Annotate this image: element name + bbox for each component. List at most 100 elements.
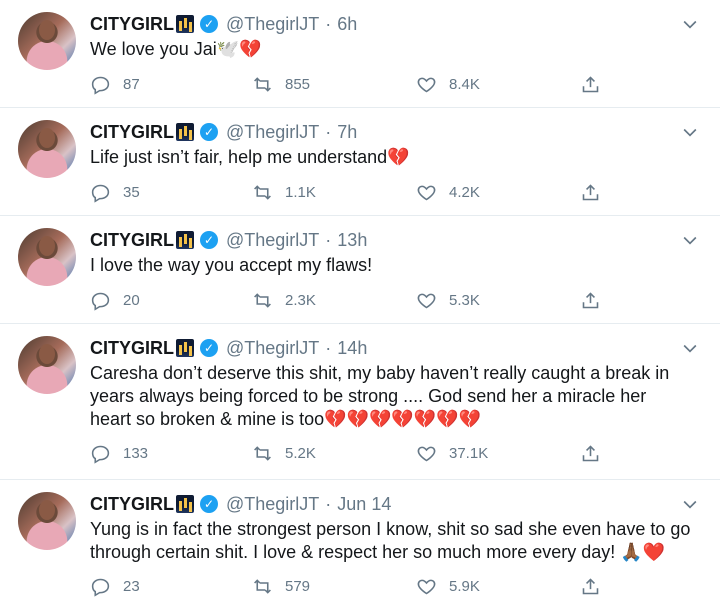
verified-badge-icon: ✓: [200, 339, 218, 357]
emoji: 🙏🏾❤️: [620, 542, 666, 562]
timestamp[interactable]: 7h: [337, 122, 357, 143]
share-button[interactable]: [580, 443, 613, 464]
avatar[interactable]: [18, 336, 76, 394]
retweet-icon: [254, 445, 271, 461]
avatar[interactable]: [18, 120, 76, 178]
reply-icon: [91, 578, 110, 597]
night-city-icon: [176, 231, 194, 249]
timestamp[interactable]: 13h: [337, 230, 367, 251]
retweet-icon: [254, 292, 271, 308]
verified-badge-icon: ✓: [200, 495, 218, 513]
retweet-button[interactable]: 2.3K: [252, 290, 316, 311]
verified-badge-icon: ✓: [200, 231, 218, 249]
reply-button[interactable]: 23: [90, 576, 140, 597]
share-icon: [582, 75, 599, 92]
reply-icon: [91, 76, 110, 95]
reply-icon: [91, 292, 110, 311]
tweet-body: Yung is in fact the strongest person I k…: [90, 519, 691, 562]
like-icon: [417, 77, 436, 92]
like-icon: [417, 446, 436, 461]
like-count: 4.2K: [449, 183, 480, 201]
tweet[interactable]: CITYGIRL ✓ @ThegirlJT · 13h I love the w…: [0, 216, 720, 324]
tweet-text: I love the way you accept my flaws!: [90, 254, 692, 277]
tweet[interactable]: CITYGIRL ✓ @ThegirlJT · Jun 14 Yung is i…: [0, 480, 720, 609]
reply-button[interactable]: 87: [90, 74, 140, 95]
separator: ·: [325, 337, 332, 358]
tweet[interactable]: CITYGIRL ✓ @ThegirlJT · 14h Caresha don’…: [0, 324, 720, 480]
tweet-body: I love the way you accept my flaws!: [90, 255, 373, 275]
chevron-down-icon[interactable]: [680, 338, 700, 358]
tweet-actions: 20 2.3K 5.3K: [90, 289, 720, 311]
separator: ·: [325, 493, 332, 514]
like-count: 8.4K: [449, 75, 480, 93]
retweet-count: 1.1K: [285, 183, 316, 201]
reply-button[interactable]: 133: [90, 443, 148, 464]
avatar[interactable]: [18, 492, 76, 550]
retweet-count: 855: [285, 75, 311, 93]
like-icon: [417, 579, 436, 594]
handle[interactable]: @ThegirlJT: [226, 122, 319, 143]
chevron-down-icon[interactable]: [680, 494, 700, 514]
night-city-icon: [176, 123, 194, 141]
emoji: 🕊️💔: [216, 39, 262, 59]
tweet-text: Yung is in fact the strongest person I k…: [90, 518, 692, 564]
share-button[interactable]: [580, 576, 613, 597]
retweet-count: 579: [285, 577, 311, 595]
like-count: 5.9K: [449, 577, 480, 595]
display-name[interactable]: CITYGIRL: [90, 338, 174, 359]
handle[interactable]: @ThegirlJT: [226, 230, 319, 251]
like-button[interactable]: 5.3K: [416, 290, 480, 311]
separator: ·: [325, 13, 332, 34]
tweet[interactable]: CITYGIRL ✓ @ThegirlJT · 7h Life just isn…: [0, 108, 720, 216]
display-name[interactable]: CITYGIRL: [90, 494, 174, 515]
retweet-button[interactable]: 579: [252, 576, 310, 597]
tweet-text: Caresha don’t deserve this shit, my baby…: [90, 362, 692, 431]
tweet-header: CITYGIRL ✓ @ThegirlJT · 14h: [90, 336, 367, 360]
chevron-down-icon[interactable]: [680, 122, 700, 142]
like-button[interactable]: 8.4K: [416, 74, 480, 95]
like-button[interactable]: 5.9K: [416, 576, 480, 597]
retweet-icon: [254, 578, 271, 594]
tweet-header: CITYGIRL ✓ @ThegirlJT · 7h: [90, 120, 357, 144]
share-button[interactable]: [580, 290, 613, 311]
handle[interactable]: @ThegirlJT: [226, 14, 319, 35]
avatar[interactable]: [18, 12, 76, 70]
display-name[interactable]: CITYGIRL: [90, 230, 174, 251]
handle[interactable]: @ThegirlJT: [226, 494, 319, 515]
reply-count: 133: [123, 444, 149, 462]
share-button[interactable]: [580, 182, 613, 203]
share-button[interactable]: [580, 74, 613, 95]
tweet-feed: CITYGIRL ✓ @ThegirlJT · 6h We love you J…: [0, 0, 720, 609]
tweet[interactable]: CITYGIRL ✓ @ThegirlJT · 6h We love you J…: [0, 0, 720, 108]
like-count: 5.3K: [449, 291, 480, 309]
share-icon: [582, 577, 599, 594]
tweet-header: CITYGIRL ✓ @ThegirlJT · 6h: [90, 12, 357, 36]
tweet-body: Life just isn’t fair, help me understand: [90, 147, 388, 167]
separator: ·: [325, 121, 332, 142]
chevron-down-icon[interactable]: [680, 230, 700, 250]
retweet-button[interactable]: 1.1K: [252, 182, 316, 203]
like-button[interactable]: 4.2K: [416, 182, 480, 203]
retweet-count: 5.2K: [285, 444, 316, 462]
like-button[interactable]: 37.1K: [416, 443, 488, 464]
reply-button[interactable]: 35: [90, 182, 140, 203]
display-name[interactable]: CITYGIRL: [90, 122, 174, 143]
chevron-down-icon[interactable]: [680, 14, 700, 34]
reply-count: 87: [123, 75, 140, 93]
retweet-button[interactable]: 5.2K: [252, 443, 316, 464]
timestamp[interactable]: Jun 14: [337, 494, 391, 515]
reply-icon: [91, 184, 110, 203]
retweet-icon: [254, 184, 271, 200]
display-name[interactable]: CITYGIRL: [90, 14, 174, 35]
handle[interactable]: @ThegirlJT: [226, 338, 319, 359]
tweet-actions: 35 1.1K 4.2K: [90, 181, 720, 203]
avatar[interactable]: [18, 228, 76, 286]
tweet-header: CITYGIRL ✓ @ThegirlJT · 13h: [90, 228, 367, 252]
like-icon: [417, 185, 436, 200]
timestamp[interactable]: 14h: [337, 338, 367, 359]
emoji: 💔: [387, 147, 410, 167]
share-icon: [582, 291, 599, 308]
reply-button[interactable]: 20: [90, 290, 140, 311]
timestamp[interactable]: 6h: [337, 14, 357, 35]
retweet-button[interactable]: 855: [252, 74, 310, 95]
